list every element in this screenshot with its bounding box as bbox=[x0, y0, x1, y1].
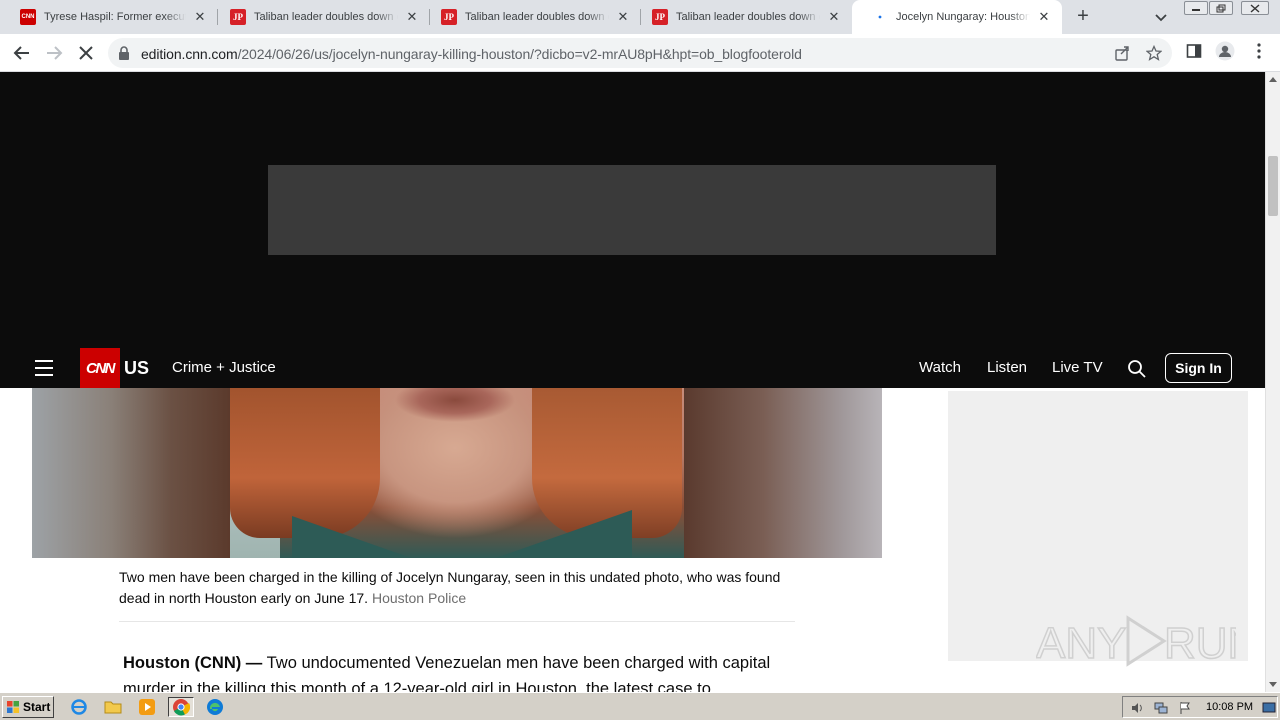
top-ad-banner bbox=[0, 72, 1265, 348]
edge-icon[interactable] bbox=[204, 697, 226, 717]
taskbar-clock[interactable]: 10:08 PM bbox=[1206, 701, 1253, 713]
nav-livetv-link[interactable]: Live TV bbox=[1052, 359, 1103, 376]
tab-title: Taliban leader doubles down on bbox=[254, 11, 398, 23]
menu-kebab-icon[interactable] bbox=[1249, 41, 1269, 61]
search-icon[interactable] bbox=[1127, 359, 1147, 379]
windows-flag-icon bbox=[7, 701, 19, 713]
article-photo bbox=[32, 388, 882, 558]
show-desktop-icon[interactable] bbox=[1262, 700, 1276, 714]
start-button[interactable]: Start bbox=[2, 696, 54, 718]
share-icon[interactable] bbox=[1113, 44, 1131, 62]
page-scrollbar[interactable] bbox=[1265, 72, 1280, 692]
svg-text:ANY: ANY bbox=[1036, 619, 1126, 668]
folder-icon[interactable] bbox=[102, 697, 124, 717]
cnn-header: CNN US Crime + Justice Watch Listen Live… bbox=[0, 348, 1265, 388]
close-window-icon[interactable] bbox=[1241, 1, 1269, 15]
back-arrow-icon[interactable] bbox=[10, 41, 34, 65]
tab-search-icon[interactable] bbox=[1152, 8, 1170, 26]
tab-close-icon[interactable]: ✕ bbox=[615, 9, 631, 25]
section-name[interactable]: US bbox=[124, 358, 149, 379]
profile-avatar-icon[interactable] bbox=[1215, 41, 1235, 61]
new-tab-button[interactable]: + bbox=[1072, 6, 1094, 28]
url-text[interactable]: edition.cnn.com/2024/06/26/us/jocelyn-nu… bbox=[141, 46, 802, 62]
bookmark-star-icon[interactable] bbox=[1145, 44, 1163, 62]
photo-caption: Two men have been charged in the killing… bbox=[119, 567, 795, 622]
cnn-logo[interactable]: CNN bbox=[80, 348, 120, 388]
start-label: Start bbox=[23, 700, 51, 714]
media-player-icon[interactable] bbox=[136, 697, 158, 717]
browser-tab-0[interactable]: CNN Tyrese Haspil: Former executive ✕ bbox=[0, 0, 218, 34]
tab-close-icon[interactable]: ✕ bbox=[404, 9, 420, 25]
ad-placeholder[interactable] bbox=[268, 165, 996, 255]
jp-favicon: JP bbox=[230, 9, 246, 25]
lock-icon[interactable] bbox=[118, 46, 130, 65]
sign-in-button[interactable]: Sign In bbox=[1165, 353, 1232, 383]
tab-close-icon[interactable]: ✕ bbox=[1036, 9, 1052, 25]
tab-close-icon[interactable]: ✕ bbox=[826, 9, 842, 25]
side-panel-icon[interactable] bbox=[1184, 41, 1204, 61]
nav-watch-link[interactable]: Watch bbox=[919, 359, 961, 376]
photo-credit: Houston Police bbox=[371, 590, 467, 606]
jp-favicon: JP bbox=[652, 9, 668, 25]
windows-taskbar: Start 10:08 PM bbox=[0, 692, 1280, 720]
cnn-favicon: CNN bbox=[20, 9, 36, 25]
tab-strip: CNN Tyrese Haspil: Former executive ✕ JP… bbox=[0, 0, 1280, 34]
svg-text:RUN: RUN bbox=[1164, 619, 1236, 668]
tab-title: Taliban leader doubles down on bbox=[465, 11, 609, 23]
browser-tab-1[interactable]: JP Taliban leader doubles down on ✕ bbox=[210, 0, 430, 34]
dateline: Houston (CNN) — bbox=[123, 654, 263, 672]
action-center-flag-icon[interactable] bbox=[1178, 701, 1192, 715]
tab-title: Jocelyn Nungaray: Houston 12 bbox=[896, 11, 1030, 23]
restore-icon[interactable] bbox=[1209, 1, 1233, 15]
hamburger-menu-icon[interactable] bbox=[35, 360, 53, 376]
volume-icon[interactable] bbox=[1130, 701, 1144, 715]
browser-tab-2[interactable]: JP Taliban leader doubles down on ✕ bbox=[421, 0, 641, 34]
tab-title: Tyrese Haspil: Former executive bbox=[44, 11, 186, 23]
article-body: Houston (CNN) — Two undocumented Venezue… bbox=[123, 650, 803, 692]
address-bar[interactable]: edition.cnn.com/2024/06/26/us/jocelyn-nu… bbox=[108, 38, 1172, 68]
stop-loading-icon[interactable] bbox=[74, 41, 98, 65]
browser-toolbar: edition.cnn.com/2024/06/26/us/jocelyn-nu… bbox=[0, 34, 1280, 72]
forward-arrow-icon[interactable] bbox=[42, 41, 66, 65]
browser-tab-4-active[interactable]: Jocelyn Nungaray: Houston 12 ✕ bbox=[852, 0, 1062, 34]
loading-icon bbox=[872, 9, 888, 25]
tab-title: Taliban leader doubles down on bbox=[676, 11, 820, 23]
anyrun-watermark: ANY RUN bbox=[1035, 610, 1260, 672]
jp-favicon: JP bbox=[441, 9, 457, 25]
scroll-down-icon[interactable] bbox=[1269, 682, 1277, 687]
scroll-up-icon[interactable] bbox=[1269, 77, 1277, 82]
network-icon[interactable] bbox=[1154, 701, 1168, 715]
minimize-icon[interactable] bbox=[1184, 1, 1208, 15]
page-viewport: CNN US Crime + Justice Watch Listen Live… bbox=[0, 72, 1265, 692]
ie-icon[interactable] bbox=[68, 697, 90, 717]
chrome-icon[interactable] bbox=[168, 697, 194, 717]
scroll-thumb[interactable] bbox=[1268, 156, 1278, 216]
subsection-link[interactable]: Crime + Justice bbox=[172, 359, 276, 376]
nav-listen-link[interactable]: Listen bbox=[987, 359, 1027, 376]
system-tray bbox=[1122, 696, 1278, 718]
tab-close-icon[interactable]: ✕ bbox=[192, 9, 208, 25]
browser-tab-3[interactable]: JP Taliban leader doubles down on ✕ bbox=[632, 0, 852, 34]
